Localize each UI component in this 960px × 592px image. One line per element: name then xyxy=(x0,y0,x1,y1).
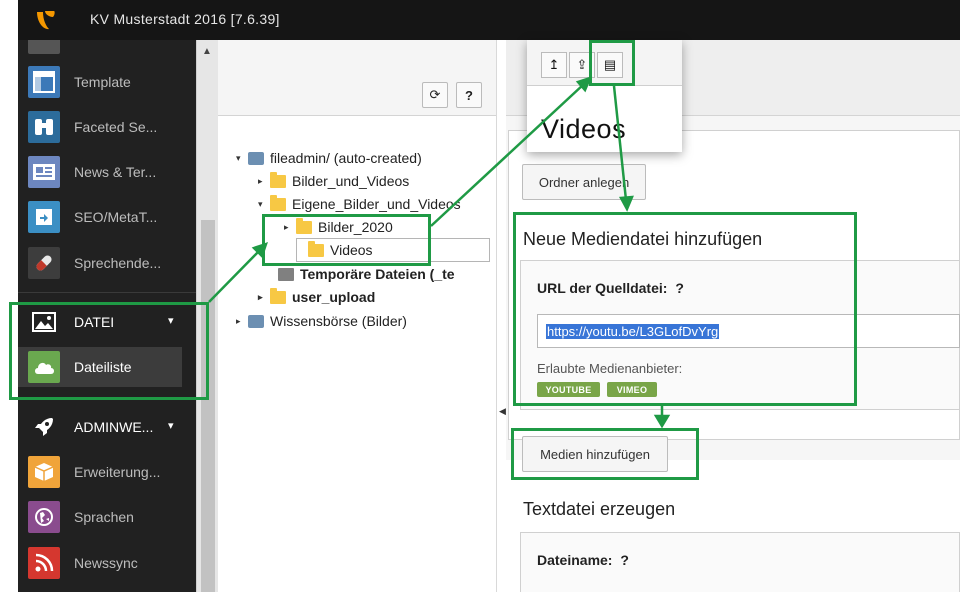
module-label: Faceted Se... xyxy=(74,119,158,135)
storage-icon xyxy=(248,314,264,328)
module-group-label: ADMINWE... xyxy=(74,419,154,435)
menu-divider xyxy=(18,292,196,293)
tree-node-label: Wissensbörse (Bilder) xyxy=(270,313,407,329)
rocket-icon xyxy=(28,411,60,443)
module-label: Sprechende... xyxy=(74,255,162,271)
module-label: Template xyxy=(74,74,131,90)
pill-icon xyxy=(28,247,60,279)
caret-down-icon: ▾ xyxy=(168,420,174,432)
module-item-seo[interactable]: SEO/MetaT... xyxy=(18,197,196,237)
expand-right-icon[interactable]: ▸ xyxy=(258,292,270,303)
tree-node-label: fileadmin/ (auto-created) xyxy=(270,150,422,166)
module-item-template[interactable]: Template xyxy=(18,62,196,102)
filename-label: Dateiname: ? xyxy=(537,552,629,568)
tree-node-bilder-und-videos[interactable]: ▸ Bilder_und_Videos xyxy=(258,171,409,191)
expand-down-icon[interactable]: ▾ xyxy=(258,199,270,210)
folder-open-icon xyxy=(270,194,286,211)
rss-icon xyxy=(28,547,60,579)
folder-icon xyxy=(270,287,286,304)
upload-icon[interactable]: ↥ xyxy=(541,52,567,78)
tree-node-label: user_upload xyxy=(292,289,376,305)
tree-node-label: Temporäre Dateien (_te xyxy=(300,266,455,282)
module-item-sprachen[interactable]: Sprachen xyxy=(18,497,196,537)
scrollbar-thumb[interactable] xyxy=(201,220,215,592)
tree-toolbar: ⟳ ? xyxy=(218,40,496,116)
collapse-left-icon[interactable]: ◀ xyxy=(499,406,506,417)
tree-node-temp[interactable]: Temporäre Dateien (_te xyxy=(266,264,455,284)
module-item-faceted-search[interactable]: Faceted Se... xyxy=(18,107,196,147)
module-item-partial[interactable] xyxy=(18,40,196,58)
tree-node-wissensboerse[interactable]: ▸ Wissensbörse (Bilder) xyxy=(236,311,407,331)
tree-node-label: Bilder_und_Videos xyxy=(292,173,410,189)
highlight-box-media-form xyxy=(513,212,857,406)
popup-title: Videos xyxy=(541,114,627,144)
highlight-box-add-media-icon xyxy=(589,40,635,86)
folder-locked-icon xyxy=(270,171,286,188)
storage-icon xyxy=(248,151,264,165)
top-bar: KV Musterstadt 2016 [7.6.39] xyxy=(18,0,960,40)
module-item-news[interactable]: News & Ter... xyxy=(18,152,196,192)
module-label: News & Ter... xyxy=(74,164,157,180)
refresh-button[interactable]: ⟳ xyxy=(422,82,448,108)
help-icon[interactable]: ? xyxy=(620,552,629,568)
module-label: Erweiterung... xyxy=(74,464,161,480)
tree-node-user-upload[interactable]: ▸ user_upload xyxy=(258,287,375,307)
textfile-section-title: Textdatei erzeugen xyxy=(523,499,676,519)
highlight-box-add-media-button xyxy=(511,428,699,480)
help-button[interactable]: ? xyxy=(456,82,482,108)
binoculars-icon xyxy=(28,111,60,143)
module-label: Sprachen xyxy=(74,509,134,525)
help-icon: ? xyxy=(465,87,473,103)
module-item-erweiterungen[interactable]: Erweiterung... xyxy=(18,452,196,492)
module-label: Newssync xyxy=(74,555,138,571)
filename-label-text: Dateiname: xyxy=(537,552,613,568)
module-item-sprechende-urls[interactable]: Sprechende... xyxy=(18,243,196,283)
highlight-box-dateiliste xyxy=(9,302,209,400)
seo-icon xyxy=(28,201,60,233)
highlight-box-tree xyxy=(262,214,431,266)
app-title: KV Musterstadt 2016 [7.6.39] xyxy=(90,11,280,27)
news-icon xyxy=(28,156,60,188)
tree-node-label: Eigene_Bilder_und_Videos xyxy=(292,196,461,212)
tree-node-fileadmin[interactable]: ▾ fileadmin/ (auto-created) xyxy=(236,148,422,168)
folder-tree-panel: ⟳ ? ▾ fileadmin/ (auto-created) ▸ Bilder… xyxy=(218,40,496,592)
screen: KV Musterstadt 2016 [7.6.39] Template Fa… xyxy=(0,0,960,592)
tree-node-eigene-bilder-und-videos[interactable]: ▾ Eigene_Bilder_und_Videos xyxy=(258,194,461,214)
expand-down-icon[interactable]: ▾ xyxy=(236,153,248,164)
module-icon xyxy=(28,40,60,54)
typo3-logo-icon[interactable] xyxy=(32,6,60,34)
module-item-newssync[interactable]: Newssync xyxy=(18,543,196,583)
box-icon xyxy=(28,456,60,488)
expand-right-icon[interactable]: ▸ xyxy=(258,176,270,187)
folder-gray-icon xyxy=(278,267,294,281)
globe-icon xyxy=(28,501,60,533)
module-label: SEO/MetaT... xyxy=(74,209,158,225)
refresh-icon: ⟳ xyxy=(429,87,441,102)
scroll-up-icon[interactable]: ▲ xyxy=(202,46,212,57)
expand-right-icon[interactable]: ▸ xyxy=(236,316,248,327)
template-icon xyxy=(28,66,60,98)
module-group-admin[interactable]: ADMINWE... ▾ xyxy=(18,407,196,447)
create-folder-button[interactable]: Ordner anlegen xyxy=(522,164,646,200)
